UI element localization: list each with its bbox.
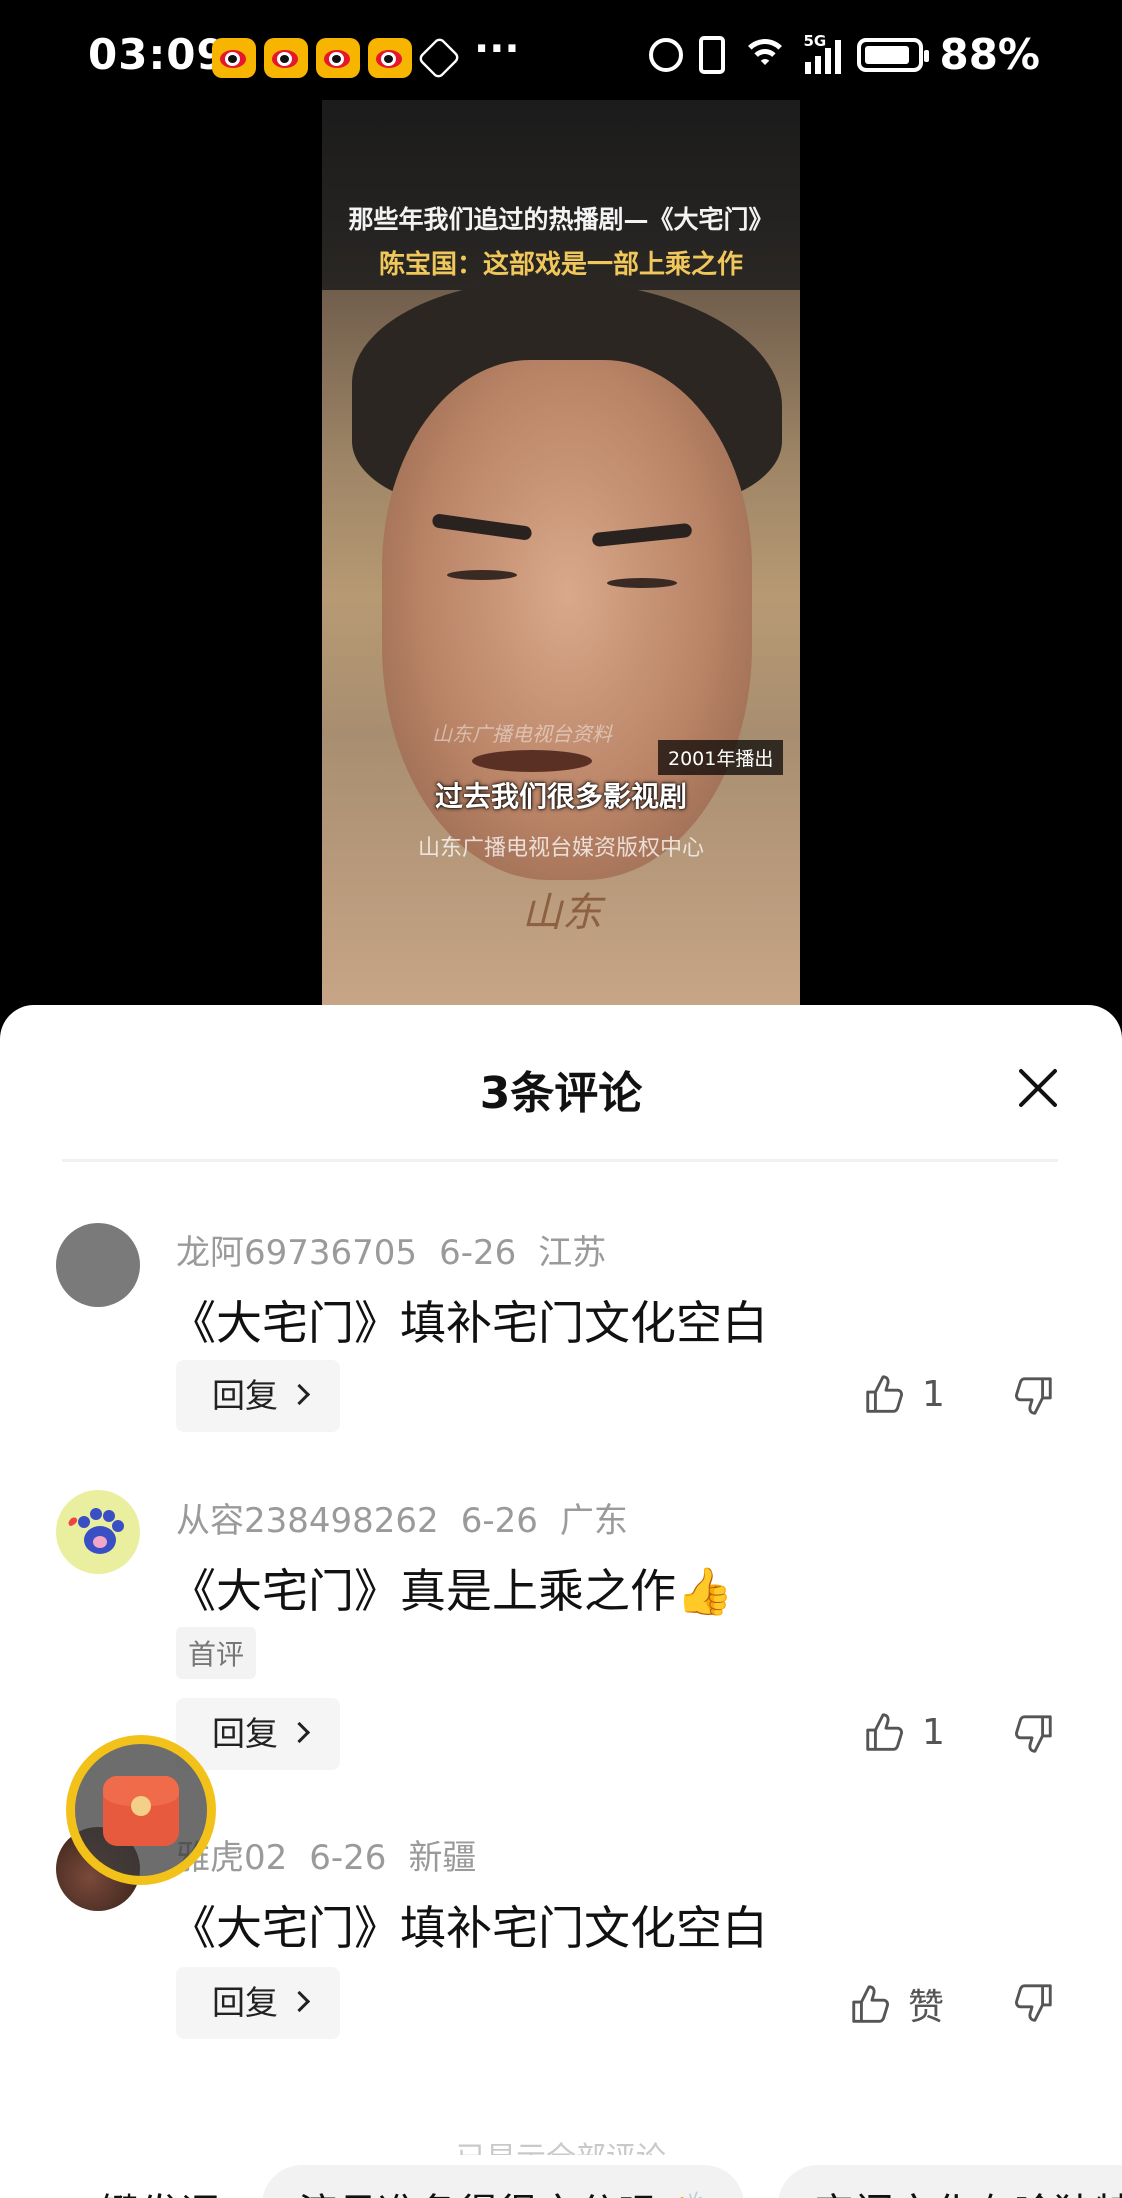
status-right: 5G 88%: [649, 30, 1040, 79]
like-button[interactable]: 1: [862, 1709, 945, 1755]
thumbs-up-icon: [852, 1985, 889, 2023]
status-bar: 03:09 ··· 5G 88%: [0, 0, 1122, 116]
first-comment-badge: 首评: [176, 1627, 257, 1679]
thumbs-down-icon[interactable]: [1010, 1711, 1056, 1757]
reply-button[interactable]: 回复: [176, 1698, 340, 1770]
comment-location: 江苏: [538, 1233, 607, 1273]
comment-date: 6-26: [439, 1233, 517, 1273]
all-comments-shown-hint: 已显示全部评论: [0, 2133, 1122, 2155]
quick-comment-chip[interactable]: 键发评: [100, 2181, 220, 2198]
video-frame-mouth: [472, 750, 592, 772]
comments-sheet: 3条评论 龙阿69736705 6-26 江苏 《大宅门》填补宅门文化空白 回复 1: [0, 1005, 1122, 2198]
weibo-icon: [264, 38, 308, 78]
vibrate-icon: [699, 35, 726, 74]
network-type: 5G: [803, 31, 827, 50]
comment-text[interactable]: 《大宅门》填补宅门文化空白: [170, 1892, 768, 1958]
comment-text[interactable]: 《大宅门》填补宅门文化空白: [170, 1287, 768, 1353]
reply-button[interactable]: 回复: [176, 1360, 340, 1432]
comment-meta: 龙阿69736705 6-26 江苏: [176, 1225, 628, 1274]
comment-meta: 从容238498262 6-26 广东: [176, 1493, 650, 1542]
notification-icons: [212, 35, 462, 81]
reply-label: 回复: [212, 1983, 278, 2022]
status-time: 03:09: [88, 30, 227, 79]
video-title-line2: 陈宝国：这部戏是一部上乘之作: [378, 250, 743, 280]
wifi-icon: [741, 37, 790, 73]
comment-date: 6-26: [309, 1838, 387, 1878]
battery-icon: [857, 37, 930, 72]
like-button[interactable]: 赞: [848, 1978, 944, 2030]
comments-title: 3条评论: [479, 1068, 643, 1119]
quick-comment-chips: 键发评 演员准备得很充分吗👏 宅门文化有啥独特: [0, 2165, 1122, 2198]
chevron-right-icon: [288, 1990, 311, 2013]
like-label: 赞: [908, 1987, 945, 2028]
like-count: 1: [922, 1373, 945, 1415]
divider: [62, 1159, 1058, 1162]
battery-percent: 88%: [939, 30, 1040, 79]
red-packet-icon: [103, 1776, 179, 1846]
video-frame-eye: [607, 578, 677, 588]
signal-icon: 5G: [803, 32, 842, 74]
comment-meta: 雅虎02 6-26 新疆: [176, 1830, 498, 1879]
more-notifications-icon: ···: [474, 26, 520, 72]
comment-text[interactable]: 《大宅门》真是上乘之作👍: [170, 1555, 733, 1621]
video-watermark: 山东广播电视台资料: [432, 722, 612, 746]
comment-location: 广东: [559, 1501, 628, 1541]
avatar[interactable]: [56, 1223, 140, 1307]
video-copyright: 山东广播电视台媒资版权中心: [417, 836, 704, 861]
comment-user[interactable]: 龙阿69736705: [176, 1233, 417, 1273]
thumbs-down-icon[interactable]: [1010, 1373, 1056, 1419]
video-title-line1: 那些年我们追过的热播剧—《大宅门》: [348, 205, 774, 234]
reply-button[interactable]: 回复: [176, 1967, 340, 2039]
video-subtitle: 过去我们很多影视剧: [434, 780, 687, 813]
quick-comment-chip[interactable]: 演员准备得很充分吗👏: [262, 2165, 744, 2198]
close-icon[interactable]: [1010, 1060, 1066, 1116]
reply-label: 回复: [212, 1714, 278, 1753]
red-packet-button[interactable]: [66, 1735, 216, 1885]
weibo-icon: [368, 38, 412, 78]
comment-date: 6-26: [460, 1501, 538, 1541]
like-count: 1: [922, 1711, 945, 1753]
thumbs-down-icon[interactable]: [1010, 1980, 1056, 2026]
comment-location: 新疆: [408, 1838, 477, 1878]
video-frame-eye: [447, 570, 517, 580]
channel-seal-logo: 山东: [522, 890, 602, 936]
avatar[interactable]: [56, 1490, 140, 1574]
thumbs-up-icon: [866, 1375, 903, 1413]
video-player[interactable]: 那些年我们追过的热播剧—《大宅门》 陈宝国：这部戏是一部上乘之作 山东广播电视台…: [322, 100, 800, 1005]
reply-label: 回复: [212, 1376, 278, 1415]
alarm-icon: [649, 37, 684, 72]
like-button[interactable]: 1: [862, 1371, 945, 1417]
chevron-right-icon: [288, 1721, 311, 1744]
hand-shield-icon: [416, 35, 462, 81]
cat-paw-icon: [68, 1508, 124, 1554]
quick-comment-chip[interactable]: 宅门文化有啥独特: [778, 2165, 1122, 2198]
chevron-right-icon: [288, 1383, 311, 1406]
comment-user[interactable]: 从容238498262: [176, 1501, 439, 1541]
thumbs-up-icon: [866, 1713, 903, 1751]
video-year-tag: 2001年播出: [658, 740, 784, 775]
weibo-icon: [316, 38, 360, 78]
weibo-icon: [212, 38, 256, 78]
